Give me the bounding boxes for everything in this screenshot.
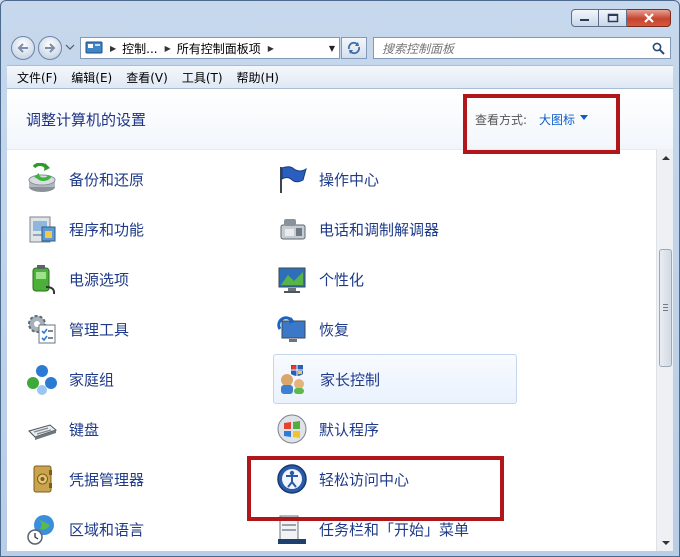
page-title: 调整计算机的设置 bbox=[26, 111, 147, 129]
refresh-icon bbox=[347, 41, 361, 55]
item-recovery[interactable]: 恢复 bbox=[275, 312, 515, 346]
item-keyboard[interactable]: 键盘 bbox=[25, 412, 245, 446]
item-backup-restore[interactable]: 备份和还原 bbox=[25, 162, 245, 196]
item-label: 电话和调制解调器 bbox=[319, 220, 440, 239]
scroll-down-arrow-icon bbox=[661, 540, 670, 545]
item-action-center[interactable]: 操作中心 bbox=[275, 162, 515, 196]
item-phone-modem[interactable]: 电话和调制解调器 bbox=[275, 212, 515, 246]
recent-pages-chevron-down-icon[interactable] bbox=[65, 42, 75, 52]
view-by-dropdown[interactable]: 大图标 bbox=[539, 111, 575, 128]
item-label: 程序和功能 bbox=[69, 220, 145, 239]
personalization-icon bbox=[275, 262, 309, 296]
address-dropdown-icon[interactable]: ▼ bbox=[329, 44, 335, 53]
breadcrumb-separator-icon: ▶ bbox=[164, 43, 171, 53]
control-panel-icon bbox=[85, 41, 103, 54]
keyboard-icon bbox=[25, 412, 59, 446]
default-programs-icon bbox=[275, 412, 309, 446]
item-homegroup[interactable]: 家庭组 bbox=[25, 362, 245, 396]
forward-button[interactable] bbox=[38, 36, 62, 60]
recovery-icon bbox=[275, 312, 309, 346]
item-label: 操作中心 bbox=[319, 170, 380, 189]
maximize-icon bbox=[607, 13, 618, 23]
taskbar-start-menu-icon bbox=[275, 512, 309, 546]
view-by-caret-icon[interactable] bbox=[580, 115, 588, 120]
item-label: 恢复 bbox=[319, 320, 350, 339]
vertical-scrollbar[interactable] bbox=[656, 149, 673, 551]
item-label: 凭据管理器 bbox=[69, 470, 145, 489]
item-label: 区域和语言 bbox=[69, 520, 145, 539]
close-icon bbox=[643, 13, 654, 23]
item-label: 管理工具 bbox=[69, 320, 130, 339]
menu-file[interactable]: 文件(F) bbox=[17, 69, 57, 86]
item-default-programs[interactable]: 默认程序 bbox=[275, 412, 515, 446]
breadcrumb-control-panel[interactable]: 控制... bbox=[122, 40, 157, 57]
menu-view[interactable]: 查看(V) bbox=[126, 69, 168, 86]
item-label: 个性化 bbox=[319, 270, 365, 289]
scroll-up-button[interactable] bbox=[657, 149, 673, 166]
scroll-thumb[interactable] bbox=[659, 249, 672, 367]
item-taskbar-start-menu[interactable]: 任务栏和「开始」菜单 bbox=[275, 512, 515, 546]
refresh-button[interactable] bbox=[341, 37, 367, 59]
phone-modem-icon bbox=[275, 212, 309, 246]
power-options-icon bbox=[25, 262, 59, 296]
item-label: 默认程序 bbox=[319, 420, 380, 439]
item-label: 家长控制 bbox=[320, 370, 381, 389]
view-by-label: 查看方式: bbox=[475, 113, 528, 127]
back-button[interactable] bbox=[11, 36, 35, 60]
item-power-options[interactable]: 电源选项 bbox=[25, 262, 245, 296]
region-language-icon bbox=[25, 512, 59, 546]
breadcrumb-all-items[interactable]: 所有控制面板项 bbox=[177, 40, 261, 57]
item-label: 键盘 bbox=[69, 420, 100, 439]
item-label: 备份和还原 bbox=[69, 170, 145, 189]
breadcrumb-separator-icon: ▶ bbox=[267, 43, 274, 53]
window-controls bbox=[571, 9, 671, 27]
item-parental-controls[interactable]: 家长控制 bbox=[273, 354, 517, 404]
item-ease-of-access[interactable]: 轻松访问中心 bbox=[275, 462, 515, 496]
control-panel-window: ▶ 控制... ▶ 所有控制面板项 ▶ ▼ 文件(F) 编辑(E) 查看(V) … bbox=[0, 0, 680, 557]
item-programs-features[interactable]: 程序和功能 bbox=[25, 212, 245, 246]
homegroup-icon bbox=[25, 362, 59, 396]
backup-restore-icon bbox=[25, 162, 59, 196]
item-label: 任务栏和「开始」菜单 bbox=[319, 520, 470, 539]
minimize-button[interactable] bbox=[571, 9, 599, 27]
menu-help[interactable]: 帮助(H) bbox=[237, 69, 279, 86]
maximize-button[interactable] bbox=[599, 9, 627, 27]
content-pane: 调整计算机的设置 查看方式: 大图标 备份和还原 程序和功能 电源选项 管理工具… bbox=[7, 89, 673, 551]
admin-tools-icon bbox=[25, 312, 59, 346]
menu-edit[interactable]: 编辑(E) bbox=[71, 69, 112, 86]
search-input[interactable] bbox=[380, 39, 644, 59]
minimize-icon bbox=[580, 19, 589, 21]
ease-of-access-icon bbox=[275, 462, 309, 496]
address-bar[interactable]: ▶ 控制... ▶ 所有控制面板项 ▶ ▼ bbox=[80, 37, 340, 59]
parental-controls-icon bbox=[276, 362, 310, 396]
item-label: 电源选项 bbox=[69, 270, 130, 289]
item-label: 家庭组 bbox=[69, 370, 115, 389]
menu-bar: 文件(F) 编辑(E) 查看(V) 工具(T) 帮助(H) bbox=[7, 65, 673, 89]
navigation-bar: ▶ 控制... ▶ 所有控制面板项 ▶ ▼ bbox=[1, 34, 679, 62]
back-arrow-icon bbox=[17, 43, 28, 53]
breadcrumb-separator-icon: ▶ bbox=[110, 43, 117, 53]
item-region-language[interactable]: 区域和语言 bbox=[25, 512, 245, 546]
action-center-flag-icon bbox=[275, 162, 309, 196]
content-header: 调整计算机的设置 查看方式: 大图标 bbox=[7, 89, 673, 150]
item-label: 轻松访问中心 bbox=[319, 470, 410, 489]
programs-features-icon bbox=[25, 212, 59, 246]
menu-tools[interactable]: 工具(T) bbox=[182, 69, 223, 86]
scroll-down-button[interactable] bbox=[657, 534, 673, 551]
item-credential-manager[interactable]: 凭据管理器 bbox=[25, 462, 245, 496]
forward-arrow-icon bbox=[45, 43, 56, 53]
scroll-up-arrow-icon bbox=[661, 155, 670, 160]
item-admin-tools[interactable]: 管理工具 bbox=[25, 312, 245, 346]
item-personalization[interactable]: 个性化 bbox=[275, 262, 515, 296]
search-box[interactable] bbox=[373, 37, 671, 59]
credential-manager-icon bbox=[25, 462, 59, 496]
search-icon[interactable] bbox=[652, 42, 665, 55]
close-button[interactable] bbox=[627, 9, 671, 27]
